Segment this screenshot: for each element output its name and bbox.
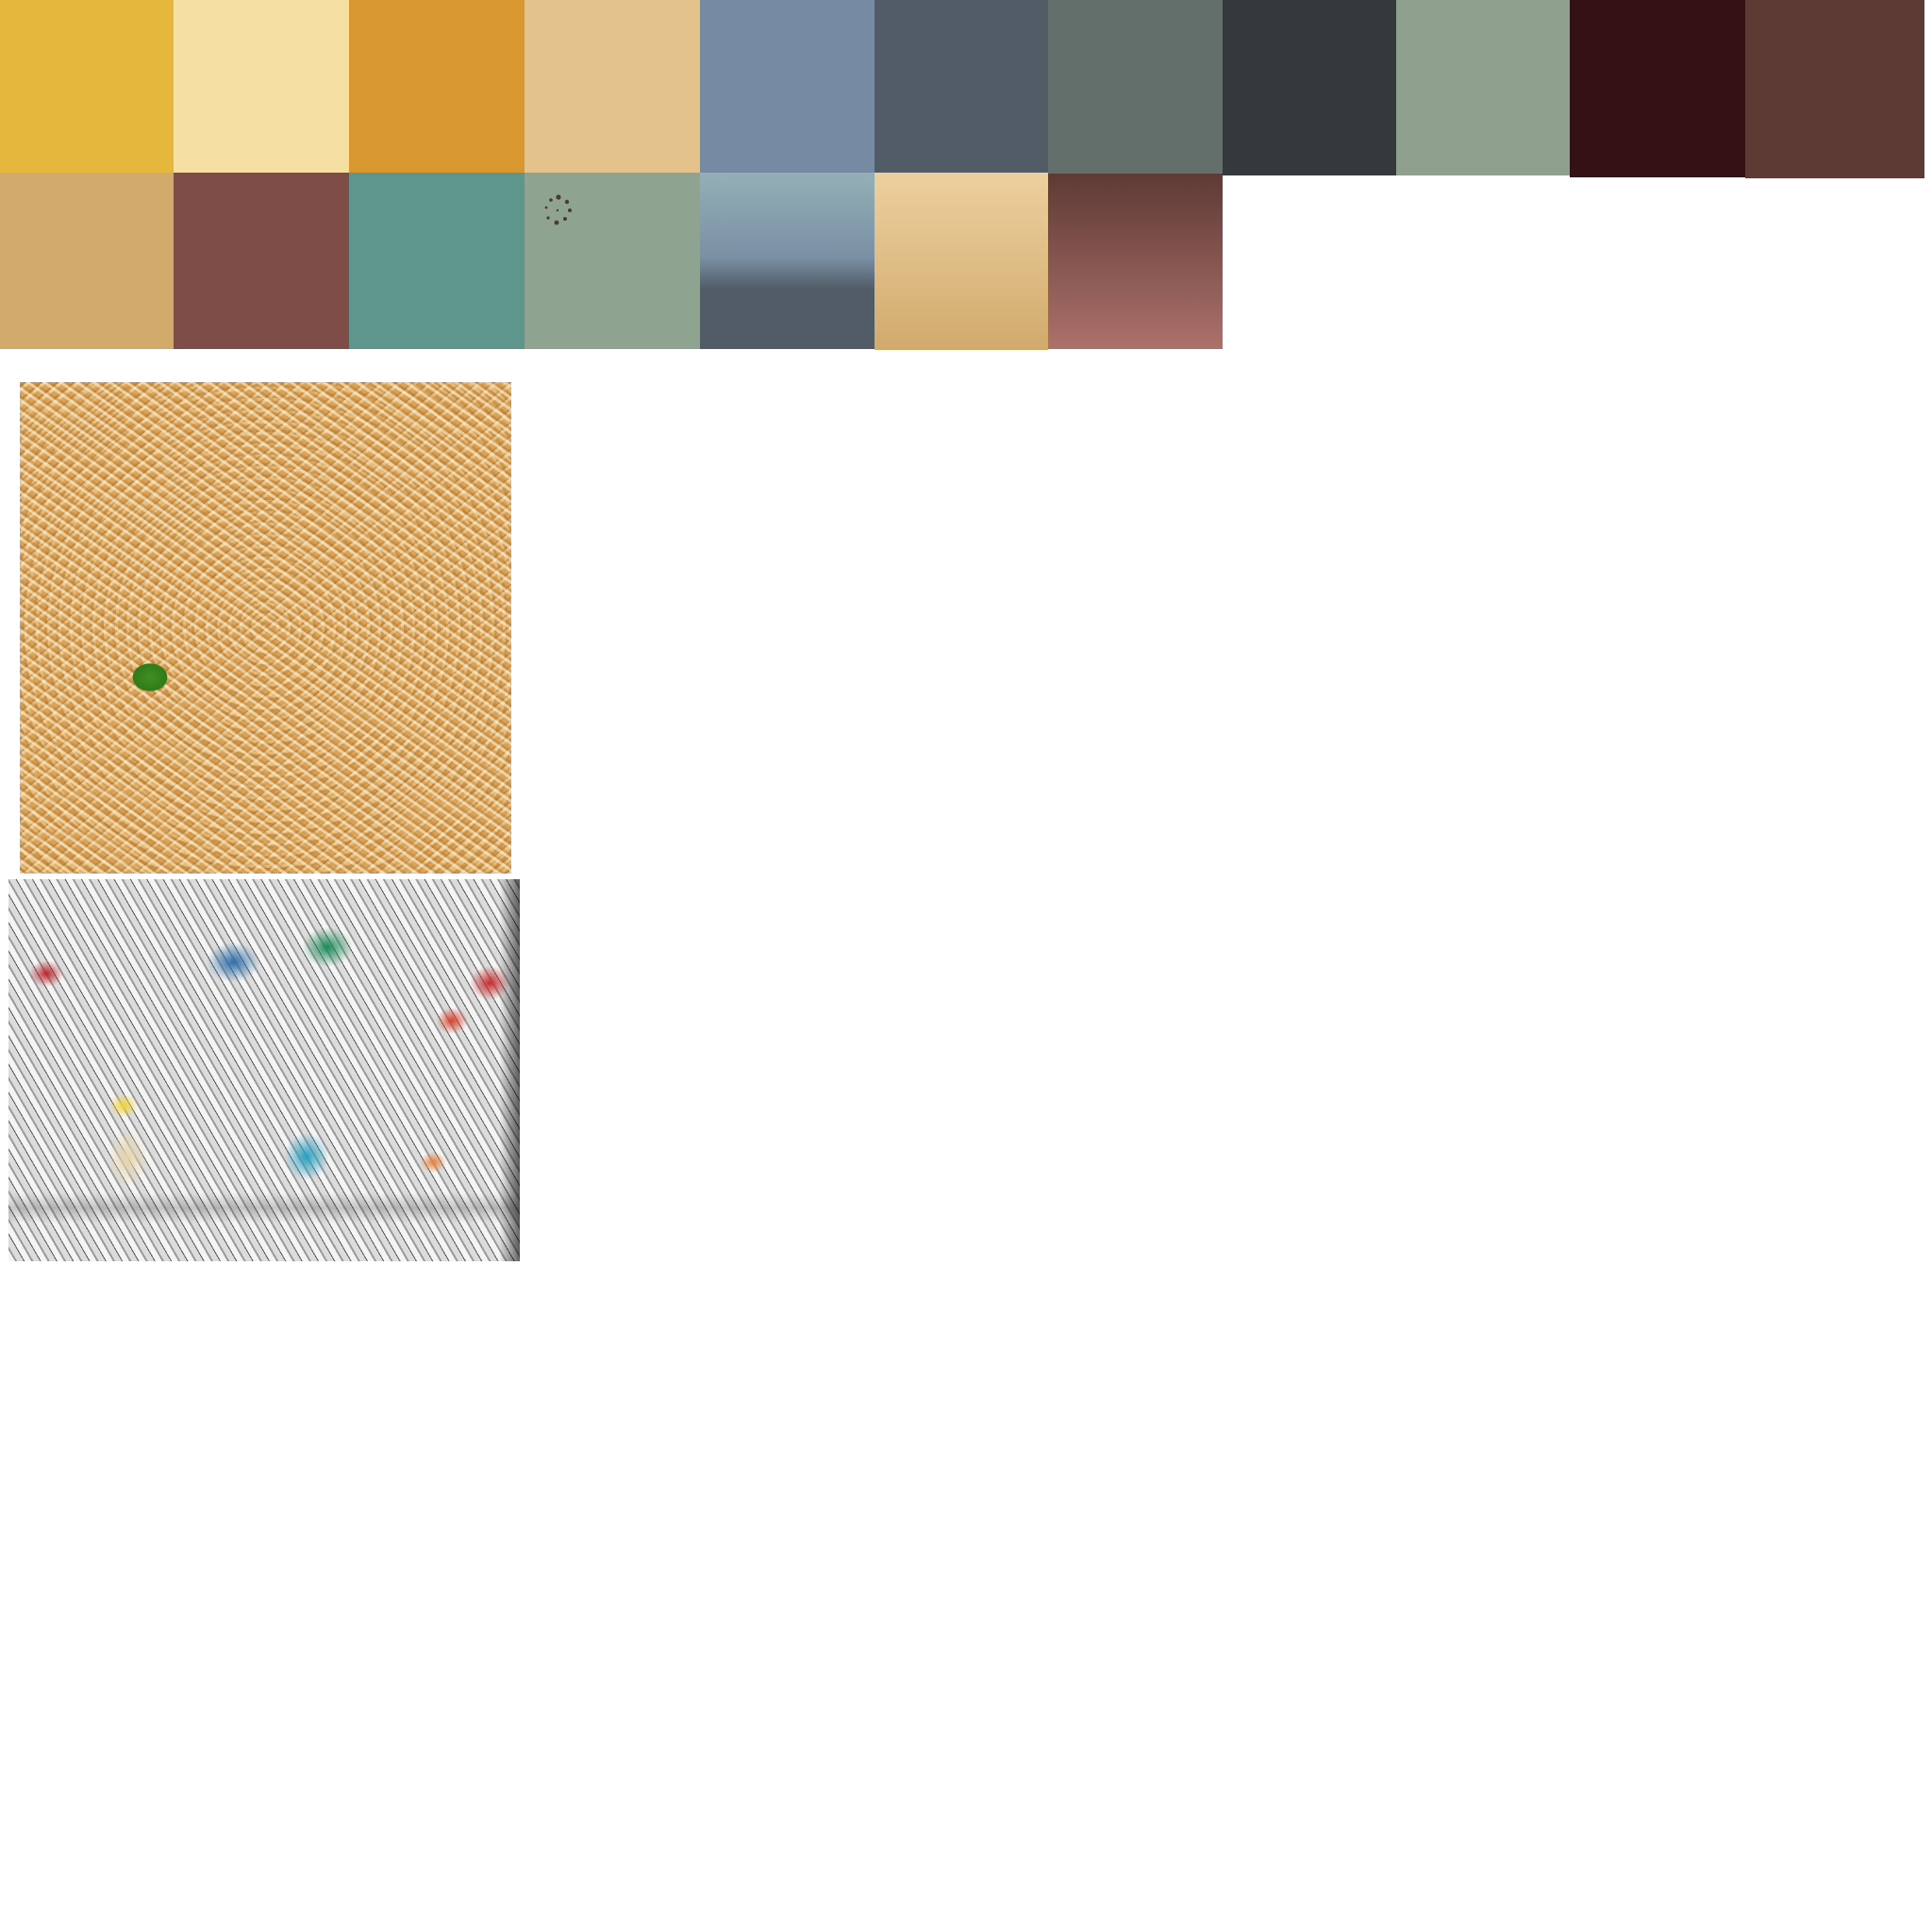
color-swatch-cream-tan-gradient bbox=[874, 173, 1048, 350]
color-swatch-brown-red bbox=[1745, 0, 1924, 178]
color-swatch-rosewood bbox=[174, 173, 349, 349]
color-swatch-brown-rose-gradient bbox=[1048, 174, 1223, 349]
color-swatch-dark-maroon bbox=[1570, 0, 1745, 177]
compressed-paper-bale-photo bbox=[8, 879, 520, 1261]
color-swatch-mustard-yellow bbox=[0, 0, 174, 173]
color-swatch-charcoal bbox=[1223, 0, 1396, 175]
color-swatch-blue-gray-gradient bbox=[700, 173, 874, 349]
color-swatch-slate-blue bbox=[700, 0, 874, 173]
color-swatch-tan bbox=[0, 173, 174, 349]
color-swatch-teal bbox=[349, 173, 525, 349]
color-swatch-orange-ochre bbox=[349, 0, 525, 173]
spinner-dots bbox=[544, 194, 572, 225]
loading-spinner-icon bbox=[544, 194, 572, 225]
pasta-photo bbox=[20, 382, 511, 874]
color-swatch-dark-slate bbox=[874, 0, 1048, 173]
color-swatch-sand-beige bbox=[525, 0, 700, 173]
palette-page bbox=[0, 0, 1932, 1932]
color-swatch-sage-green bbox=[1396, 0, 1570, 175]
color-swatch-gray-green bbox=[1048, 0, 1223, 174]
color-swatch-pale-cream bbox=[174, 0, 349, 173]
